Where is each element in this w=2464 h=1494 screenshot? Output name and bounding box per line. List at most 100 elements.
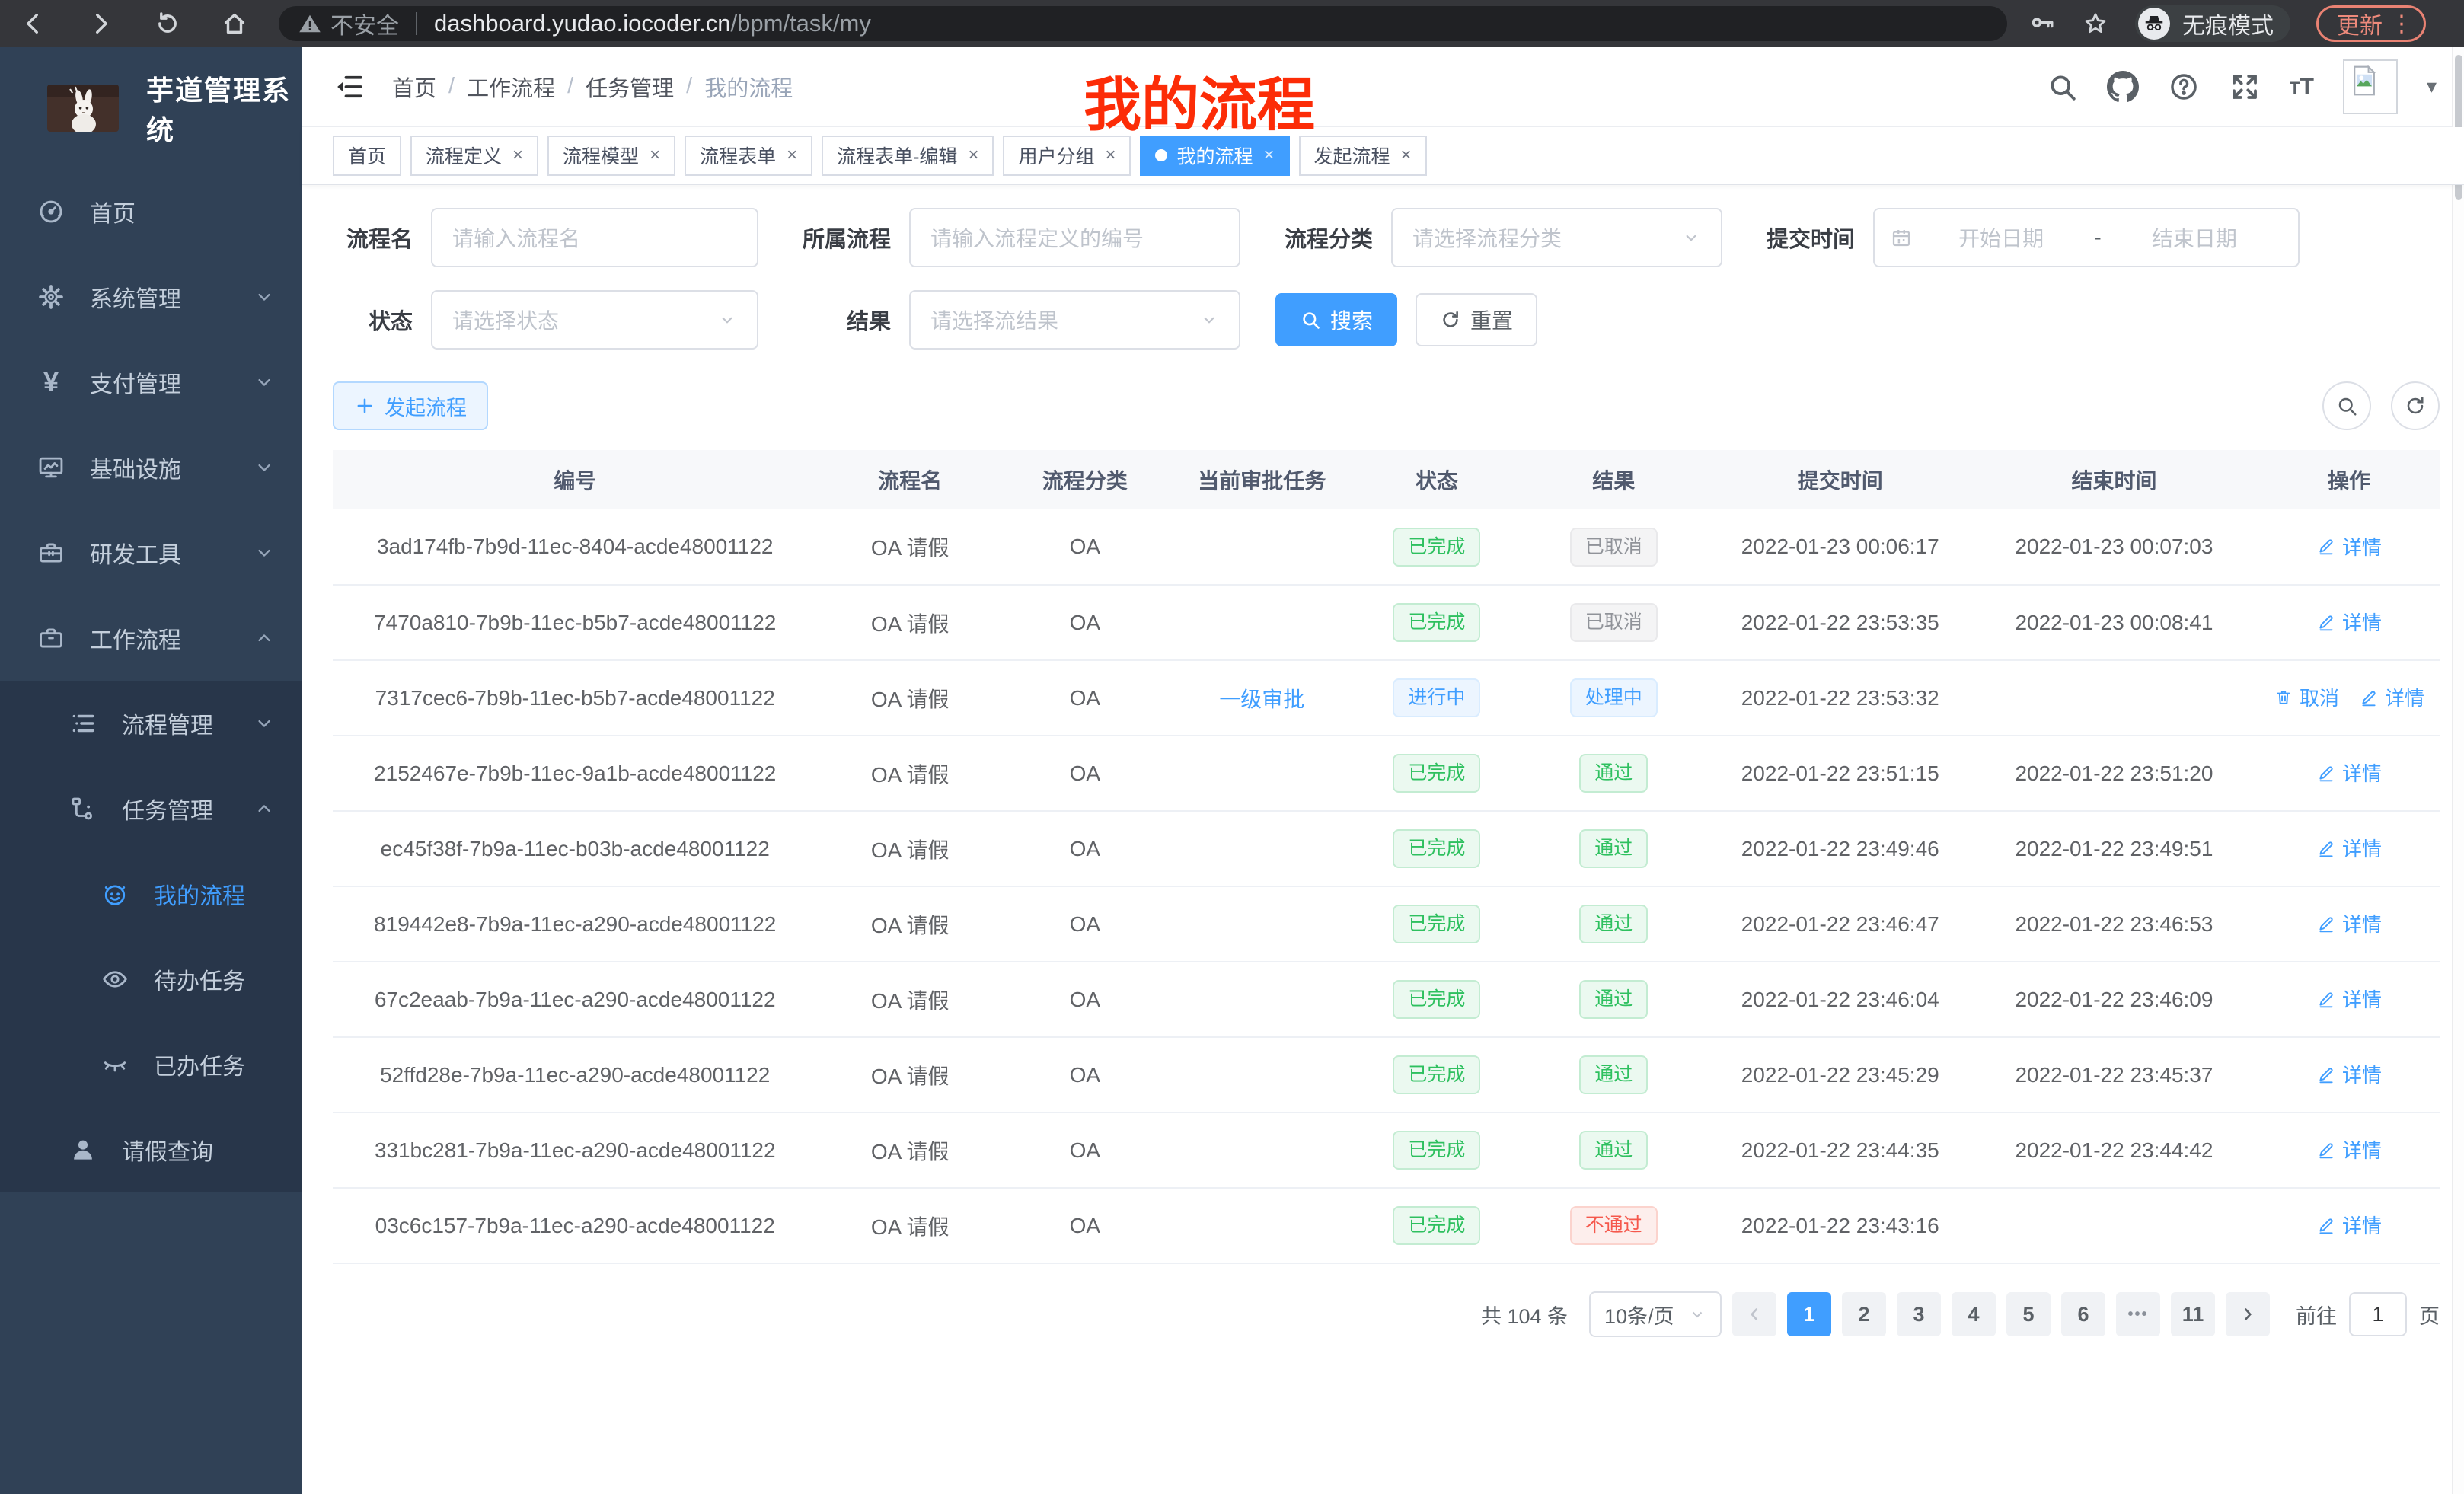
sidebar-item-my-process[interactable]: 我的流程 — [0, 851, 302, 937]
next-page-button[interactable] — [2226, 1292, 2270, 1336]
close-icon[interactable]: × — [1264, 146, 1275, 164]
sidebar-item-label: 基础设施 — [90, 451, 181, 484]
bookmark-star-icon[interactable] — [2082, 10, 2109, 37]
tab-my-process[interactable]: 我的流程 × — [1140, 136, 1289, 176]
sidebar-item-task-mgmt[interactable]: 任务管理 — [0, 766, 302, 851]
table-row: 7317cec6-7b9b-11ec-b5b7-acde48001122 OA … — [333, 660, 2440, 736]
page-scrollbar[interactable] — [2452, 47, 2464, 1494]
page-button-11[interactable]: 11 — [2171, 1292, 2215, 1336]
show-search-button[interactable] — [2322, 381, 2371, 430]
detail-action-link[interactable]: 详情 — [2359, 683, 2424, 711]
sidebar-item-leave-query[interactable]: 请假查询 — [0, 1107, 302, 1192]
create-process-button[interactable]: 发起流程 — [333, 381, 488, 430]
page-button-5[interactable]: 5 — [2006, 1292, 2051, 1336]
more-pages-button[interactable]: ••• — [2116, 1292, 2160, 1336]
page-size-select[interactable]: 10条/页 — [1589, 1291, 1722, 1337]
category-select[interactable]: 请选择流程分类 — [1391, 208, 1722, 267]
key-icon[interactable] — [2028, 10, 2056, 37]
submit-time-range-picker[interactable]: 开始日期 - 结束日期 — [1873, 208, 2300, 267]
close-icon[interactable]: × — [787, 146, 797, 164]
filter-row-2: 状态 请选择状态 结果 请选择流结果 — [333, 290, 2440, 350]
detail-action-link[interactable]: 详情 — [2316, 909, 2382, 937]
sidebar-item-system[interactable]: 系统管理 — [0, 254, 302, 340]
breadcrumb-task-mgmt[interactable]: 任务管理 — [586, 71, 674, 103]
tab-process-model[interactable]: 流程模型 × — [547, 136, 675, 176]
avatar[interactable] — [2343, 59, 2398, 114]
sidebar-item-pay[interactable]: ¥ 支付管理 — [0, 340, 302, 425]
help-icon[interactable] — [2168, 71, 2200, 103]
tab-process-def[interactable]: 流程定义 × — [410, 136, 538, 176]
detail-action-link[interactable]: 详情 — [2316, 1060, 2382, 1088]
search-button[interactable]: 搜索 — [1275, 293, 1397, 346]
detail-action-link[interactable]: 详情 — [2316, 532, 2382, 560]
tab-process-form-edit[interactable]: 流程表单-编辑 × — [822, 136, 994, 176]
github-icon[interactable] — [2107, 71, 2139, 103]
status-select[interactable]: 请选择状态 — [431, 290, 758, 350]
sidebar-item-dev-tools[interactable]: 研发工具 — [0, 510, 302, 595]
close-icon[interactable]: × — [1105, 146, 1116, 164]
pen-icon — [2316, 1065, 2336, 1084]
tab-start-process[interactable]: 发起流程 × — [1299, 136, 1427, 176]
not-secure-warning[interactable]: 不安全 — [298, 7, 399, 40]
fullscreen-icon[interactable] — [2229, 71, 2261, 103]
sidebar-item-home[interactable]: 首页 — [0, 169, 302, 254]
browser-back-icon[interactable] — [20, 10, 47, 37]
pen-icon — [2316, 763, 2336, 783]
process-table: 编号流程名流程分类当前审批任务状态结果提交时间结束时间操作 3ad174fb-7… — [333, 450, 2440, 1264]
sidebar-item-infra[interactable]: 基础设施 — [0, 425, 302, 510]
result-select[interactable]: 请选择流结果 — [909, 290, 1240, 350]
browser-update-button[interactable]: 更新 ⋮ — [2316, 5, 2426, 42]
collapse-menu-icon[interactable] — [333, 71, 365, 103]
tab-label: 流程定义 — [426, 142, 502, 169]
page-button-6[interactable]: 6 — [2061, 1292, 2105, 1336]
cell-end-time: 2022-01-22 23:45:37 — [1970, 1037, 2258, 1113]
breadcrumb-workflow[interactable]: 工作流程 — [467, 71, 555, 103]
detail-action-link[interactable]: 详情 — [2316, 834, 2382, 862]
close-icon[interactable]: × — [968, 146, 978, 164]
page-button-4[interactable]: 4 — [1952, 1292, 1996, 1336]
end-date-input[interactable]: 结束日期 — [2106, 222, 2283, 253]
close-icon[interactable]: × — [650, 146, 660, 164]
font-size-icon[interactable]: TT — [2290, 74, 2314, 100]
browser-home-icon[interactable] — [221, 10, 248, 37]
detail-action-link[interactable]: 详情 — [2316, 1211, 2382, 1239]
detail-action-link[interactable]: 详情 — [2316, 985, 2382, 1013]
parent-process-input[interactable]: 请输入流程定义的编号 — [909, 208, 1240, 267]
toolbox-icon — [34, 538, 69, 567]
sidebar-item-process-mgmt[interactable]: 流程管理 — [0, 681, 302, 766]
current-task-link[interactable]: 一级审批 — [1219, 688, 1304, 711]
close-icon[interactable]: × — [1401, 146, 1412, 164]
address-bar[interactable]: 不安全 dashboard.yudao.iocoder.cn /bpm/task… — [279, 6, 2007, 41]
tab-home[interactable]: 首页 — [333, 136, 401, 176]
app-logo[interactable]: 芋道管理系统 — [0, 47, 302, 169]
search-icon[interactable] — [2046, 71, 2078, 103]
browser-reload-icon[interactable] — [154, 10, 181, 37]
column-header: 当前审批任务 — [1167, 450, 1357, 509]
goto-page-input[interactable]: 1 — [2349, 1292, 2407, 1336]
sidebar-item-todo-task[interactable]: 待办任务 — [0, 937, 302, 1022]
reset-button[interactable]: 重置 — [1416, 293, 1537, 346]
sidebar-item-workflow[interactable]: 工作流程 — [0, 595, 302, 681]
process-name-input[interactable]: 请输入流程名 — [431, 208, 758, 267]
prev-page-button[interactable] — [1732, 1292, 1776, 1336]
cancel-action-link[interactable]: 取消 — [2274, 683, 2339, 711]
tab-process-form[interactable]: 流程表单 × — [685, 136, 812, 176]
page-button-3[interactable]: 3 — [1897, 1292, 1941, 1336]
detail-action-link[interactable]: 详情 — [2316, 608, 2382, 636]
browser-forward-icon[interactable] — [87, 10, 114, 37]
tab-user-group[interactable]: 用户分组 × — [1003, 136, 1131, 176]
refresh-table-button[interactable] — [2391, 381, 2440, 430]
close-icon[interactable]: × — [512, 146, 523, 164]
detail-action-link[interactable]: 详情 — [2316, 1135, 2382, 1164]
sidebar-item-done-task[interactable]: 已办任务 — [0, 1022, 302, 1107]
breadcrumb: 首页 / 工作流程 / 任务管理 / 我的流程 — [392, 71, 793, 103]
start-date-input[interactable]: 开始日期 — [1913, 222, 2089, 253]
breadcrumb-home[interactable]: 首页 — [392, 71, 436, 103]
cell-submit-time: 2022-01-22 23:46:47 — [1711, 886, 1970, 962]
page-button-2[interactable]: 2 — [1842, 1292, 1886, 1336]
chevron-down-icon[interactable]: ▾ — [2427, 75, 2437, 98]
detail-action-link[interactable]: 详情 — [2316, 758, 2382, 787]
browser-menu-icon[interactable]: ⋮ — [2390, 11, 2415, 37]
page-button-1[interactable]: 1 — [1787, 1292, 1831, 1336]
cell-category: OA — [1003, 811, 1167, 886]
